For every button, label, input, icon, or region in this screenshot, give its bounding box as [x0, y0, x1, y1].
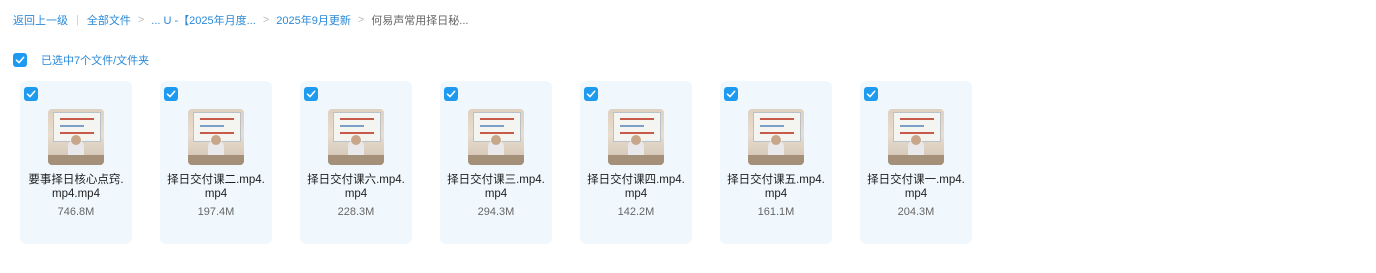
- file-size: 204.3M: [897, 206, 935, 218]
- file-checkbox[interactable]: [864, 87, 878, 101]
- file-name: 择日交付课五.mp4.mp4: [727, 174, 825, 200]
- file-size: 746.8M: [57, 206, 95, 218]
- breadcrumb-separator: >: [137, 14, 145, 26]
- file-card[interactable]: 要事择日核心点窍.mp4.mp4 746.8M: [20, 81, 132, 244]
- video-thumbnail: [468, 109, 524, 165]
- file-size: 161.1M: [757, 206, 795, 218]
- file-size: 294.3M: [477, 206, 515, 218]
- select-all-checkbox[interactable]: [13, 53, 27, 67]
- checkmark-icon: [586, 90, 596, 98]
- back-link[interactable]: 返回上一级: [13, 12, 68, 28]
- checkmark-icon: [446, 90, 456, 98]
- checkmark-icon: [306, 90, 316, 98]
- file-card[interactable]: 择日交付课五.mp4.mp4 161.1M: [720, 81, 832, 244]
- file-checkbox[interactable]: [24, 87, 38, 101]
- file-card[interactable]: 择日交付课六.mp4.mp4 228.3M: [300, 81, 412, 244]
- breadcrumb-sept-update[interactable]: 2025年9月更新: [276, 12, 351, 28]
- file-name: 择日交付课一.mp4.mp4: [867, 174, 965, 200]
- breadcrumb-divider: |: [76, 14, 79, 26]
- file-checkbox[interactable]: [304, 87, 318, 101]
- video-thumbnail: [608, 109, 664, 165]
- breadcrumb-separator: >: [262, 14, 270, 26]
- breadcrumb-ellipsis-folder[interactable]: ... U -【2025年月度...: [151, 12, 256, 28]
- selection-count-label: 已选中7个文件/文件夹: [41, 55, 150, 67]
- file-checkbox[interactable]: [584, 87, 598, 101]
- file-size: 197.4M: [197, 206, 235, 218]
- file-card[interactable]: 择日交付课一.mp4.mp4 204.3M: [860, 81, 972, 244]
- file-name: 择日交付课四.mp4.mp4: [587, 174, 685, 200]
- video-thumbnail: [48, 109, 104, 165]
- checkmark-icon: [26, 90, 36, 98]
- checkmark-icon: [866, 90, 876, 98]
- file-name: 要事择日核心点窍.mp4.mp4: [28, 174, 124, 200]
- breadcrumb: 返回上一级 | 全部文件 > ... U -【2025年月度... > 2025…: [13, 12, 468, 28]
- file-card[interactable]: 择日交付课四.mp4.mp4 142.2M: [580, 81, 692, 244]
- file-card[interactable]: 择日交付课二.mp4.mp4 197.4M: [160, 81, 272, 244]
- select-all-bar: 已选中7个文件/文件夹: [13, 52, 149, 68]
- breadcrumb-separator: >: [357, 14, 365, 26]
- video-thumbnail: [188, 109, 244, 165]
- file-card[interactable]: 择日交付课三.mp4.mp4 294.3M: [440, 81, 552, 244]
- file-name: 择日交付课六.mp4.mp4: [307, 174, 405, 200]
- checkmark-icon: [15, 56, 25, 64]
- video-thumbnail: [748, 109, 804, 165]
- checkmark-icon: [726, 90, 736, 98]
- file-checkbox[interactable]: [164, 87, 178, 101]
- breadcrumb-all-files[interactable]: 全部文件: [87, 12, 131, 28]
- breadcrumb-current: 何易声常用择日秘...: [371, 15, 469, 27]
- file-grid: 要事择日核心点窍.mp4.mp4 746.8M 择日交付课二.mp4.mp4 1…: [20, 81, 972, 244]
- file-size: 228.3M: [337, 206, 375, 218]
- file-checkbox[interactable]: [444, 87, 458, 101]
- file-checkbox[interactable]: [724, 87, 738, 101]
- checkmark-icon: [166, 90, 176, 98]
- file-size: 142.2M: [617, 206, 655, 218]
- video-thumbnail: [888, 109, 944, 165]
- file-name: 择日交付课三.mp4.mp4: [447, 174, 545, 200]
- file-name: 择日交付课二.mp4.mp4: [167, 174, 265, 200]
- video-thumbnail: [328, 109, 384, 165]
